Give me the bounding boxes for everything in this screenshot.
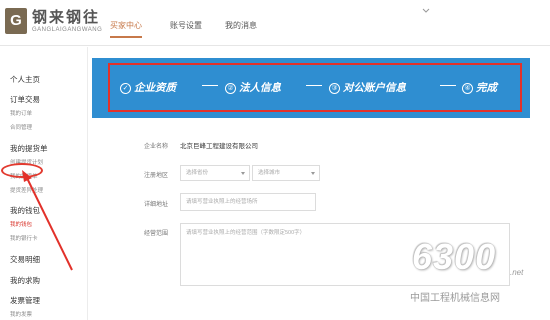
- caret-down-icon: [311, 172, 315, 175]
- sidebar-item-invoice-heading: 发票管理: [10, 296, 40, 305]
- logo-subtext: GANGLAIGANGWANG: [32, 27, 103, 33]
- site-logo[interactable]: G 钢来钢往 GANGLAIGANGWANG: [5, 8, 125, 40]
- annotation-arrow-icon: [22, 170, 73, 271]
- sidebar-item-contracts[interactable]: 合同管理: [10, 123, 32, 131]
- step-3-label: 对公账户信息: [343, 82, 406, 94]
- sidebar-item-my-invoices[interactable]: 我的发票: [10, 310, 32, 318]
- nav-account-settings[interactable]: 账号设置: [170, 20, 202, 38]
- sidebar-item-my-orders[interactable]: 我的订单: [10, 109, 32, 117]
- step-1-label: 企业资质: [134, 82, 176, 94]
- nav-my-messages[interactable]: 我的消息: [225, 20, 257, 38]
- step-3: ③ 对公账户信息: [329, 80, 406, 95]
- business-scope-label: 经营范围: [144, 231, 169, 237]
- step-connector: [202, 85, 218, 86]
- step-connector: [306, 85, 322, 86]
- sidebar-item-orders-heading: 订单交易: [10, 95, 40, 104]
- watermark-site-name: 中国工程机械信息网: [410, 293, 500, 304]
- watermark-number: 6300: [412, 236, 497, 277]
- logo-mark: G: [5, 8, 27, 34]
- step-1-icon: ✓: [120, 82, 131, 94]
- region-label: 注册地区: [144, 173, 169, 179]
- step-2-icon: ②: [225, 82, 236, 94]
- address-label: 详细地址: [144, 202, 169, 208]
- logo-text: 钢来钢往: [32, 9, 101, 26]
- top-header: G 钢来钢往 GANGLAIGANGWANG 买家中心 账号设置 我的消息: [0, 0, 550, 46]
- step-4-icon: ④: [462, 82, 473, 94]
- sidebar-item-home[interactable]: 个人主页: [10, 74, 40, 85]
- progress-steps-bar: ✓ 企业资质 ② 法人信息 ③ 对公账户信息 ④ 完成: [92, 58, 530, 118]
- city-select[interactable]: 选择城市: [252, 165, 320, 181]
- step-2: ② 法人信息: [225, 80, 281, 95]
- province-select-placeholder: 选择省份: [186, 170, 209, 176]
- company-name-label: 企业名称: [144, 144, 169, 150]
- step-1: ✓ 企业资质: [120, 80, 176, 95]
- sidebar-item-pickup-heading: 我的提货单: [10, 144, 48, 153]
- city-select-placeholder: 选择城市: [258, 170, 281, 176]
- step-3-icon: ③: [329, 82, 340, 94]
- main-content: ✓ 企业资质 ② 法人信息 ③ 对公账户信息 ④ 完成 企业名称 北京巨峰工程建设有限公…: [92, 58, 530, 320]
- watermark-domain: .net: [510, 268, 524, 277]
- step-connector: [440, 85, 456, 86]
- nav-buyer-center[interactable]: 买家中心: [110, 20, 142, 38]
- sidebar-item-purchase-requests[interactable]: 我的求购: [10, 275, 40, 286]
- step-4-label: 完成: [476, 82, 497, 94]
- address-input[interactable]: 请填写营业执照上的经营场所: [180, 193, 316, 211]
- step-2-label: 法人信息: [239, 82, 281, 94]
- chevron-down-icon[interactable]: [421, 6, 431, 16]
- company-name-value: 北京巨峰工程建设有限公司: [180, 143, 258, 150]
- caret-down-icon: [241, 172, 245, 175]
- page: G 钢来钢往 GANGLAIGANGWANG 买家中心 账号设置 我的消息 个人…: [0, 0, 550, 320]
- province-select[interactable]: 选择省份: [180, 165, 250, 181]
- step-4: ④ 完成: [462, 80, 497, 95]
